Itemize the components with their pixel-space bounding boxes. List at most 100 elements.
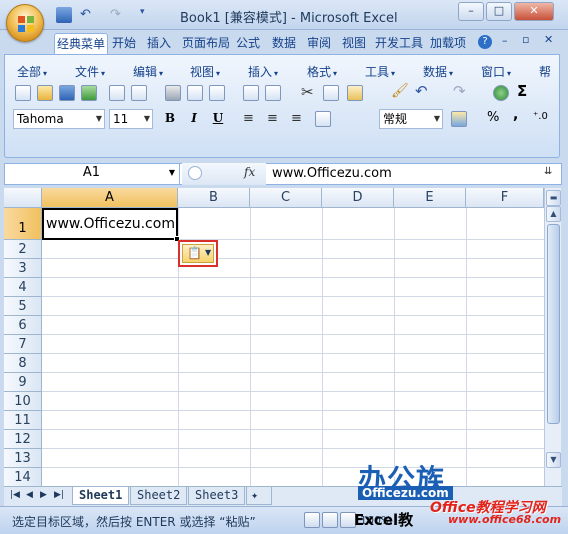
menu-data[interactable]: 数据 ▾ (423, 63, 453, 80)
row-header-12[interactable]: 12 (4, 430, 42, 449)
italic-button[interactable]: I (185, 110, 203, 128)
formula-bar-expand-button[interactable]: ⇊ (544, 166, 552, 177)
row-header-5[interactable]: 5 (4, 297, 42, 316)
row-header-4[interactable]: 4 (4, 278, 42, 297)
hyperlink-icon[interactable] (493, 85, 509, 101)
excel-icon[interactable] (81, 85, 97, 101)
row-header-3[interactable]: 3 (4, 259, 42, 278)
next-sheet-icon[interactable]: ▶ (40, 490, 47, 500)
redo-icon[interactable]: ↷ (110, 7, 126, 23)
save-icon[interactable] (56, 7, 72, 23)
scroll-down-icon[interactable]: ▼ (546, 452, 561, 468)
insert-function-button[interactable]: fx (244, 165, 255, 179)
align-left-icon[interactable]: ≡ (243, 111, 254, 126)
workbook-close-icon[interactable]: ✕ (544, 33, 553, 46)
merge-center-icon[interactable] (315, 111, 331, 127)
underline-button[interactable]: U (209, 110, 227, 128)
formula-bar-expand-icon[interactable] (188, 166, 202, 180)
row-header-2[interactable]: 2 (4, 240, 42, 259)
tab-addins[interactable]: 加载项 (428, 33, 468, 54)
autosum-icon[interactable]: Σ (517, 82, 527, 100)
tab-home[interactable]: 开始 (110, 33, 138, 54)
row-header-9[interactable]: 9 (4, 373, 42, 392)
row-header-7[interactable]: 7 (4, 335, 42, 354)
permission-icon[interactable] (131, 85, 147, 101)
row-header-11[interactable]: 11 (4, 411, 42, 430)
scroll-up-icon[interactable]: ▲ (546, 206, 561, 222)
vertical-scrollbar[interactable]: ▬ ▲ ▼ (544, 188, 561, 486)
tab-formulas[interactable]: 公式 (234, 33, 262, 54)
menu-format[interactable]: 格式 ▾ (307, 63, 337, 80)
print-icon[interactable] (165, 85, 181, 101)
column-header-e[interactable]: E (394, 188, 466, 208)
insert-sheet-icon[interactable]: ✦ (246, 487, 272, 505)
undo-icon[interactable]: ↶ (80, 7, 96, 23)
help-icon[interactable]: ? (478, 35, 492, 49)
font-name-select[interactable]: Tahoma ▼ (13, 109, 105, 129)
percent-button[interactable]: % (487, 110, 499, 125)
name-box[interactable]: A1 ▼ (4, 163, 180, 185)
tab-review[interactable]: 审阅 (305, 33, 333, 54)
number-format-select[interactable]: 常规 ▼ (379, 109, 443, 129)
increase-decimal-icon[interactable]: ⁺.0 (533, 111, 548, 122)
column-header-b[interactable]: B (178, 188, 250, 208)
ribbon-minimize-icon[interactable]: – (502, 34, 508, 47)
menu-view[interactable]: 视图 ▾ (190, 63, 220, 80)
customize-quick-access-icon[interactable]: ▾ (140, 7, 156, 23)
align-center-icon[interactable]: ≡ (267, 111, 278, 126)
office-button[interactable] (6, 4, 44, 42)
page-layout-view-icon[interactable] (322, 512, 338, 528)
currency-icon[interactable] (451, 111, 467, 127)
row-header-13[interactable]: 13 (4, 449, 42, 468)
row-header-1[interactable]: 1 (4, 208, 42, 240)
minimize-button[interactable]: – (458, 2, 484, 21)
sheet-tab-3[interactable]: Sheet3 (188, 487, 246, 505)
comma-button[interactable]: , (513, 107, 518, 123)
menu-tools[interactable]: 工具 ▾ (365, 63, 395, 80)
column-header-c[interactable]: C (250, 188, 322, 208)
tab-view[interactable]: 视图 (340, 33, 368, 54)
print-preview-icon[interactable] (187, 85, 203, 101)
split-box[interactable]: ▬ (546, 190, 561, 206)
sheet-tab-1[interactable]: Sheet1 (72, 487, 130, 505)
last-sheet-icon[interactable]: ▶| (54, 490, 64, 500)
row-header-10[interactable]: 10 (4, 392, 42, 411)
select-all-corner[interactable] (4, 188, 42, 208)
spelling-icon[interactable] (243, 85, 259, 101)
paste-icon[interactable] (347, 85, 363, 101)
cut-icon[interactable]: ✂ (301, 83, 314, 101)
undo-icon[interactable]: ↶ (415, 82, 428, 100)
tab-insert[interactable]: 插入 (145, 33, 173, 54)
format-painter-icon[interactable]: 🖌 (391, 83, 409, 99)
menu-insert[interactable]: 插入 ▾ (248, 63, 278, 80)
save-icon[interactable] (59, 85, 75, 101)
copy-icon[interactable] (323, 85, 339, 101)
prev-sheet-icon[interactable]: ◀ (26, 490, 33, 500)
column-header-d[interactable]: D (322, 188, 394, 208)
tab-page-layout[interactable]: 页面布局 (180, 33, 232, 54)
menu-help[interactable]: 帮 (539, 63, 551, 80)
maximize-button[interactable]: □ (486, 2, 512, 21)
row-header-6[interactable]: 6 (4, 316, 42, 335)
close-button[interactable]: ✕ (514, 2, 554, 21)
row-header-8[interactable]: 8 (4, 354, 42, 373)
page-setup-icon[interactable] (209, 85, 225, 101)
open-icon[interactable] (37, 85, 53, 101)
new-icon[interactable] (15, 85, 31, 101)
normal-view-icon[interactable] (304, 512, 320, 528)
menu-window[interactable]: 窗口 ▾ (481, 63, 511, 80)
pdf-icon[interactable] (109, 85, 125, 101)
first-sheet-icon[interactable]: |◀ (10, 490, 20, 500)
menu-edit[interactable]: 编辑 ▾ (133, 63, 163, 80)
menu-file[interactable]: 文件 ▾ (75, 63, 105, 80)
tab-data[interactable]: 数据 (270, 33, 298, 54)
sheet-tab-2[interactable]: Sheet2 (130, 487, 188, 505)
formula-input[interactable]: www.Officezu.com (272, 166, 392, 181)
column-header-a[interactable]: A (42, 188, 178, 208)
paste-options-button[interactable]: 📋 ▼ (178, 240, 218, 267)
scroll-thumb[interactable] (547, 224, 560, 424)
worksheet-grid[interactable]: A B C D E F 1 2 3 4 5 6 7 8 9 10 11 12 13 14 www.Offi… (4, 188, 544, 486)
bold-button[interactable]: B (161, 110, 179, 128)
redo-icon[interactable]: ↷ (453, 82, 466, 100)
align-right-icon[interactable]: ≡ (291, 111, 302, 126)
